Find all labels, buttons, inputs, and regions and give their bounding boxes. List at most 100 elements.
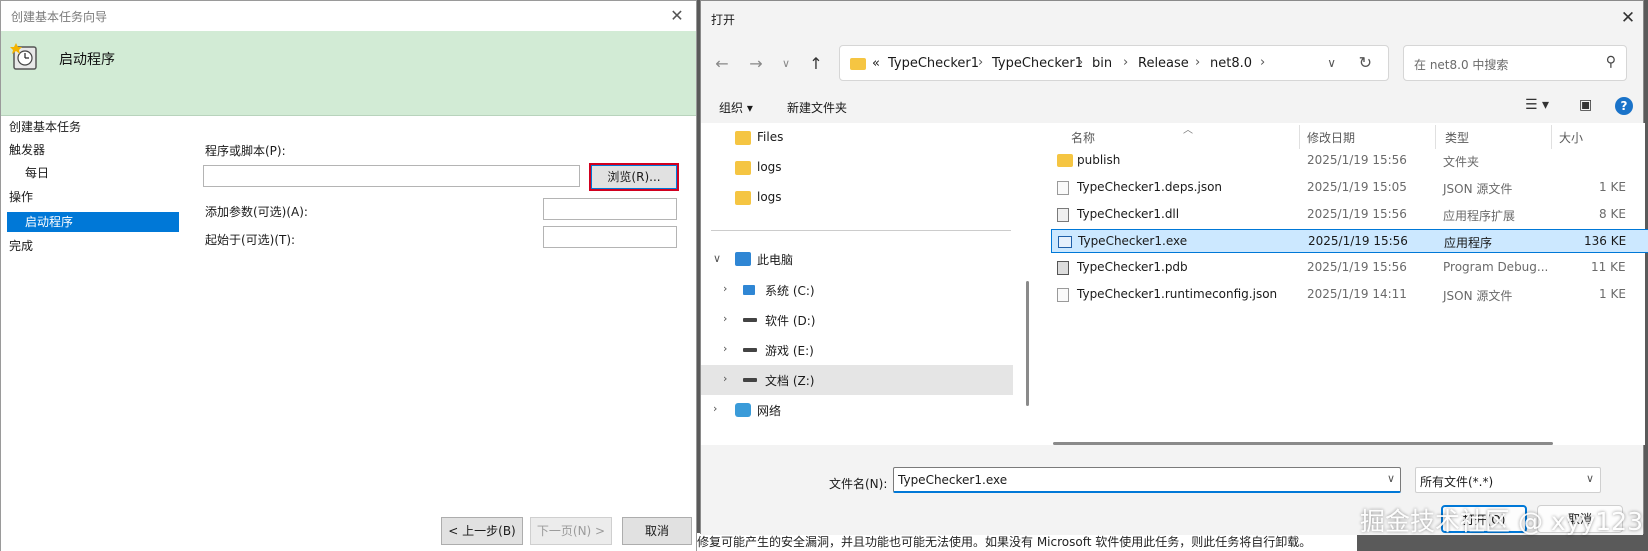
back-button[interactable]: < 上一步(B) [441,517,523,545]
file-date: 2025/1/19 15:56 [1307,153,1407,167]
nav-item-drive-c[interactable]: › 系统 (C:) [701,275,1013,305]
column-type[interactable]: 类型 [1445,129,1469,146]
file-date: 2025/1/19 15:05 [1307,180,1407,194]
preview-pane-icon[interactable]: ▣ [1579,97,1592,113]
chevron-right-icon[interactable]: › [723,342,727,355]
nav-item-files[interactable]: Files [701,123,1013,153]
breadcrumb-item[interactable]: bin [1092,56,1112,71]
refresh-icon[interactable]: ↻ [1359,53,1372,72]
background-window-text: 修复可能产生的安全漏洞，并且功能也可能无法使用。如果没有 Microsoft 软… [697,533,1357,551]
file-name: TypeChecker1.deps.json [1077,180,1223,194]
steps-title: 创建基本任务 [9,120,82,134]
back-arrow-icon[interactable]: ← [711,53,733,75]
watermark: 掘金技术社区 @ xyy123 [1360,507,1643,536]
nav-scrollbar[interactable] [1026,281,1029,406]
forward-arrow-icon[interactable]: → [745,53,767,75]
folder-icon [1057,154,1073,167]
dialog-titlebar[interactable]: 打开 ✕ [701,1,1643,35]
filetype-select[interactable]: 所有文件(*.*) ∨ [1415,467,1601,493]
file-type: JSON 源文件 [1443,289,1513,303]
column-divider[interactable] [1299,125,1300,149]
next-button[interactable]: 下一页(N) > [530,517,612,545]
file-type: 应用程序扩展 [1443,209,1516,223]
wizard-close-icon[interactable]: ✕ [664,4,690,28]
organize-menu[interactable]: 组织 ▾ [719,99,753,116]
breadcrumb-chevron-icon[interactable]: › [1123,55,1128,70]
chevron-right-icon[interactable]: › [723,312,727,325]
new-folder-button[interactable]: 新建文件夹 [787,99,847,116]
breadcrumb-item[interactable]: TypeChecker1 [888,56,979,71]
breadcrumb-chevron-icon[interactable]: › [1260,55,1265,70]
chevron-right-icon[interactable]: › [713,402,717,415]
column-size[interactable]: 大小 [1559,129,1583,146]
folder-icon [735,191,751,205]
file-row[interactable]: publish 2025/1/19 15:56 文件夹 [1051,149,1648,173]
column-name[interactable]: 名称 [1071,129,1095,146]
up-arrow-icon[interactable]: ↑ [805,53,827,75]
nav-item-network[interactable]: › 网络 [701,395,1013,425]
pdb-icon [1057,261,1069,275]
file-size: 136 KE [1584,234,1627,248]
view-options-icon[interactable]: ☰ ▾ [1525,97,1549,113]
nav-item-label: Files [757,130,784,144]
dialog-close-icon[interactable]: ✕ [1613,5,1643,31]
column-divider[interactable] [1435,125,1436,149]
breadcrumb-chevron-icon[interactable]: › [978,55,983,70]
wizard-header: 启动程序 [1,31,696,116]
nav-item-drive-d[interactable]: › 软件 (D:) [701,305,1013,335]
file-row[interactable]: TypeChecker1.runtimeconfig.json 2025/1/1… [1051,283,1648,307]
file-name: TypeChecker1.pdb [1077,260,1188,274]
nav-item-label: 网络 [757,404,782,418]
address-bar[interactable]: « TypeChecker1 › TypeChecker1 › bin › Re… [839,45,1389,81]
chevron-down-icon[interactable]: ∨ [713,252,721,265]
file-name: publish [1077,153,1121,167]
search-input[interactable]: 在 net8.0 中搜索 [1414,56,1508,73]
column-date[interactable]: 修改日期 [1307,129,1355,146]
nav-item-label: 软件 (D:) [765,314,816,328]
chevron-right-icon[interactable]: › [723,372,727,385]
search-icon[interactable]: ⚲ [1606,54,1616,70]
breadcrumb-item[interactable]: TypeChecker1 [992,56,1083,71]
nav-item-this-pc[interactable]: ∨ 此电脑 [701,244,1013,274]
recent-chevron-icon[interactable]: ∨ [775,53,797,75]
program-label: 程序或脚本(P): [205,144,286,158]
file-row[interactable]: TypeChecker1.dll 2025/1/19 15:56 应用程序扩展 … [1051,203,1648,227]
search-box[interactable]: 在 net8.0 中搜索 ⚲ [1403,45,1627,81]
file-row[interactable]: TypeChecker1.pdb 2025/1/19 15:56 Program… [1051,256,1648,280]
computer-icon [735,252,751,266]
wizard-titlebar[interactable]: 创建基本任务向导 ✕ [1,1,696,31]
cancel-button[interactable]: 取消 [622,517,692,545]
nav-item-drive-z[interactable]: › 文档 (Z:) [701,365,1013,395]
file-row[interactable]: TypeChecker1.deps.json 2025/1/19 15:05 J… [1051,176,1648,200]
breadcrumb-chevron-icon[interactable]: › [1078,55,1083,70]
nav-item-logs[interactable]: logs [701,183,1013,213]
breadcrumb-item[interactable]: net8.0 [1210,56,1252,71]
breadcrumb-overflow[interactable]: « [872,56,880,71]
breadcrumb-item[interactable]: Release [1138,56,1189,71]
nav-item-label: 系统 (C:) [765,284,815,298]
address-dropdown-icon[interactable]: ∨ [1327,56,1336,70]
breadcrumb-chevron-icon[interactable]: › [1195,55,1200,70]
start-in-label: 起始于(可选)(T): [205,233,296,247]
help-icon[interactable]: ? [1615,97,1633,115]
chevron-down-icon[interactable]: ∨ [1387,472,1395,485]
filename-input[interactable]: TypeChecker1.exe [893,467,1401,493]
step-finish: 完成 [9,239,34,253]
start-in-input[interactable] [543,226,677,248]
file-date: 2025/1/19 15:56 [1307,260,1407,274]
file-list: 名称 ︿ 修改日期 类型 大小 publish 2025/1/19 15:56 … [1035,123,1648,445]
file-row-selected[interactable]: TypeChecker1.exe 2025/1/19 15:56 应用程序 13… [1051,229,1648,253]
task-wizard-window: 创建基本任务向导 ✕ 启动程序 创建基本任务 触发器 每日 操作 启动程序 完成… [0,0,697,551]
sort-ascending-icon: ︿ [1183,125,1193,136]
exe-icon [1058,236,1072,248]
chevron-right-icon[interactable]: › [723,282,727,295]
args-input[interactable] [543,198,677,220]
column-divider[interactable] [1551,125,1552,149]
dll-icon [1057,208,1069,222]
nav-item-drive-e[interactable]: › 游戏 (E:) [701,335,1013,365]
file-type: 文件夹 [1443,155,1480,169]
file-size: 1 KE [1599,180,1626,194]
browse-button[interactable]: 浏览(R)... [589,163,679,191]
program-input[interactable] [203,165,580,187]
nav-item-logs[interactable]: logs [701,153,1013,183]
